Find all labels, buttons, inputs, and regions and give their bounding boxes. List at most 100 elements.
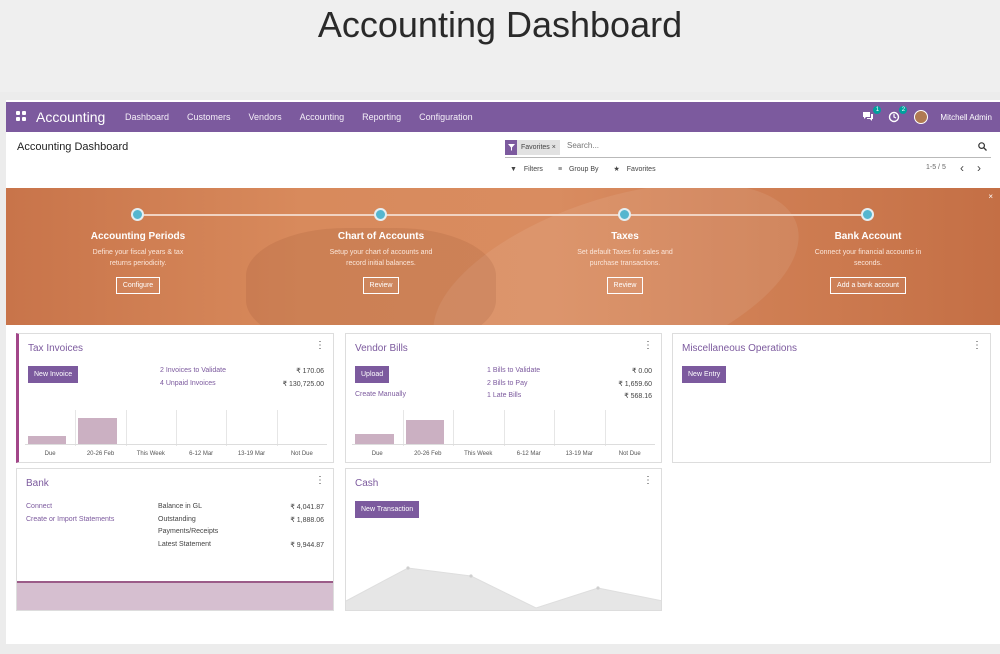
bills-to-validate-amount: ₹ 0.00 [631,368,652,375]
review-accounts-button[interactable]: Review [362,277,400,294]
top-navbar: Accounting Dashboard Customers Vendors A… [6,102,1000,132]
activities-icon[interactable]: 2 [888,106,908,123]
new-invoice-button[interactable]: New Invoice [28,366,79,383]
balance-gl-amount: ₹ 4,041.87 [290,504,324,511]
step-dot-icon [618,208,631,221]
card-miscellaneous: Miscellaneous Operations ⋮ New Entry [672,333,991,463]
new-entry-button[interactable]: New Entry [682,366,727,383]
card-title[interactable]: Vendor Bills [355,343,408,354]
card-menu-icon[interactable]: ⋮ [643,340,653,351]
bank-balance-graph [17,581,333,610]
card-title[interactable]: Bank [26,478,49,489]
card-menu-icon[interactable]: ⋮ [315,340,325,351]
payments-receipts-label[interactable]: Payments/Receipts [158,528,218,535]
menu-reporting[interactable]: Reporting [353,102,410,132]
connect-link[interactable]: Connect [26,503,52,510]
app-brand[interactable]: Accounting [36,109,105,125]
latest-statement-amount: ₹ 9,944.87 [290,542,324,549]
filter-funnel-icon [505,140,517,155]
step-description: Setup your chart of accounts and record i… [329,249,433,267]
card-vendor-bills: Vendor Bills ⋮ Upload Create Manually 1 … [345,333,662,463]
new-transaction-button[interactable]: New Transaction [355,501,420,518]
filters-label: Filters [523,166,543,173]
chart-bar[interactable] [78,418,117,444]
card-title[interactable]: Cash [355,478,378,489]
chart-bar[interactable] [405,420,444,444]
step-description: Set default Taxes for sales and purchase … [577,249,673,267]
group-by-button[interactable]: ≡ Group By [553,162,609,178]
balance-gl-label[interactable]: Balance in GL [158,503,202,510]
filters-button[interactable]: ▼ Filters [505,162,553,178]
import-statements-link[interactable]: Create or Import Statements [26,516,114,523]
onboarding-banner: × Accounting Periods Define your fiscal … [6,188,1000,325]
chart-x-label: Due [371,451,383,457]
chart-gridline [402,410,404,446]
bills-to-pay-link[interactable]: 2 Bills to Pay [487,380,527,387]
card-menu-icon[interactable]: ⋮ [315,475,325,486]
add-bank-account-button[interactable]: Add a bank account [830,277,906,294]
invoices-to-validate-amount: ₹ 170.06 [296,368,324,375]
pager-next-icon[interactable]: › [977,161,981,175]
chart-gridline [125,410,127,446]
user-avatar[interactable] [914,110,929,124]
configure-button[interactable]: Configure [115,277,161,294]
invoices-to-validate-link[interactable]: 2 Invoices to Validate [160,367,226,374]
search-icon[interactable] [978,142,987,151]
chart-gridline [453,410,454,446]
chart-bar[interactable] [28,436,67,444]
upload-button[interactable]: Upload [355,366,390,383]
menu-dashboard[interactable]: Dashboard [116,102,178,132]
page-heading-area: Accounting Dashboard [0,0,1000,92]
chart-gridline [75,410,77,446]
chart-baseline [352,444,655,445]
menu-accounting[interactable]: Accounting [291,102,354,132]
step-title: Taxes [611,231,639,242]
step-dot-icon [861,208,874,221]
breadcrumb-title: Accounting Dashboard [17,141,129,153]
menu-configuration[interactable]: Configuration [410,102,482,132]
chart-x-label: 20-26 Feb [86,451,115,457]
step-description: Define your fiscal years & tax returns pe… [92,249,184,267]
banner-close-icon[interactable]: × [988,192,993,201]
late-bills-link[interactable]: 1 Late Bills [487,392,521,399]
chart-x-label: 13-19 Mar [237,451,266,457]
favorites-button[interactable]: ★ Favorites [609,162,666,178]
favorites-label: Favorites [626,166,656,173]
chart-x-label: This Week [464,451,493,457]
bills-to-validate-link[interactable]: 1 Bills to Validate [487,367,540,374]
search-input[interactable] [567,141,947,150]
pager-previous-icon[interactable]: ‹ [960,161,964,175]
unpaid-invoices-link[interactable]: 4 Unpaid Invoices [160,380,216,387]
search-options: ▼ Filters ≡ Group By ★ Favorites [505,162,666,178]
chart-x-label: Due [44,451,56,457]
user-name[interactable]: Mitchell Admin [940,113,992,122]
create-manually-link[interactable]: Create Manually [355,391,406,398]
card-title[interactable]: Tax Invoices [28,343,83,354]
chart-x-label: 6-12 Mar [189,451,214,457]
messages-icon[interactable]: 1 [862,106,882,123]
unpaid-invoices-amount: ₹ 130,725.00 [282,381,324,388]
outstanding-label[interactable]: Outstanding [158,516,196,523]
pager-value[interactable]: 1-5 / 5 [926,164,946,171]
apps-menu-icon[interactable] [16,111,27,122]
card-title[interactable]: Miscellaneous Operations [682,343,797,354]
menu-customers[interactable]: Customers [178,102,240,132]
step-bank-account: Bank Account Connect your financial acco… [778,231,958,294]
card-menu-icon[interactable]: ⋮ [643,475,653,486]
chart-gridline [226,410,228,446]
review-taxes-button[interactable]: Review [606,277,644,294]
outstanding-amount: ₹ 1,888.06 [290,517,324,524]
step-taxes: Taxes Set default Taxes for sales and pur… [535,231,715,294]
facet-remove-icon[interactable]: × [552,144,556,151]
messages-badge: 1 [873,106,882,114]
chart-bar[interactable] [355,434,394,444]
facet-value: Favorites [521,144,550,151]
onboarding-progress-line [138,214,868,216]
chart-gridline [604,410,606,446]
latest-statement-label[interactable]: Latest Statement [158,541,211,548]
bills-to-pay-amount: ₹ 1,659.60 [618,381,652,388]
menu-vendors[interactable]: Vendors [240,102,291,132]
page-heading: Accounting Dashboard [317,4,683,45]
search-facet[interactable]: Favorites × [505,140,560,155]
card-menu-icon[interactable]: ⋮ [972,340,982,351]
